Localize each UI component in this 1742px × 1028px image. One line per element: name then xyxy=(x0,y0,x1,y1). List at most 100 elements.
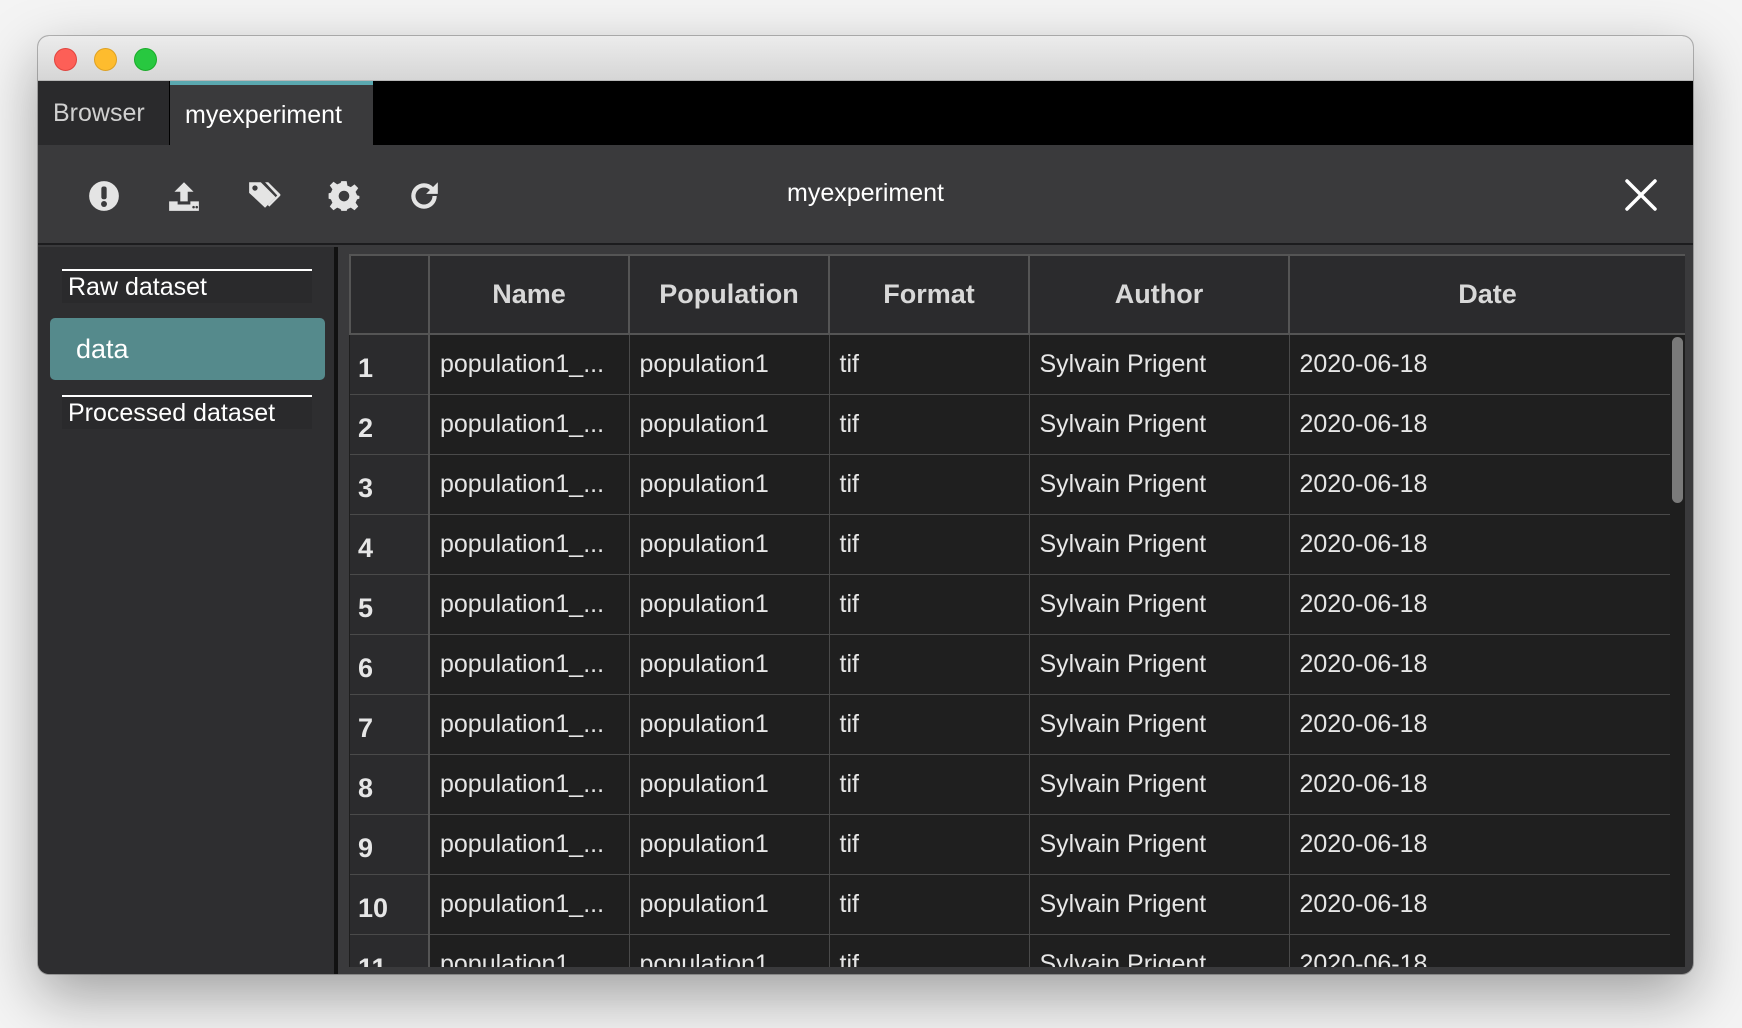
cell-date: 2020-06-18 xyxy=(1289,634,1685,695)
cell-name: population1_... xyxy=(429,454,630,515)
table-row[interactable]: 2 population1_... population1 tif Sylvain Pr… xyxy=(350,394,1685,455)
column-header-date[interactable]: Date xyxy=(1288,254,1685,335)
tab-browser[interactable]: Browser xyxy=(38,81,169,145)
cell-population: population1 xyxy=(629,574,830,635)
cell-author: Sylvain Prigent xyxy=(1029,754,1290,815)
cell-name: population1_... xyxy=(429,334,630,395)
row-number: 3 xyxy=(350,454,430,515)
cell-name: population1_... xyxy=(429,514,630,575)
cell-author: Sylvain Prigent xyxy=(1029,634,1290,695)
table-row[interactable]: 7 population1_... population1 tif Sylvain Pr… xyxy=(350,694,1685,755)
cell-author: Sylvain Prigent xyxy=(1029,334,1290,395)
cell-date: 2020-06-18 xyxy=(1289,394,1685,455)
cell-population: population1 xyxy=(629,754,830,815)
table-row[interactable]: 1 population1_... population1 tif Sylvain Pr… xyxy=(350,334,1685,395)
close-window-button[interactable] xyxy=(54,48,77,71)
cell-date: 2020-06-18 xyxy=(1289,874,1685,935)
data-table-container: Name Population Format Author Date 1 popu… xyxy=(349,254,1685,967)
row-number: 10 xyxy=(350,874,430,935)
table-header-row: Name Population Format Author Date xyxy=(349,254,1685,335)
table-scrollbar[interactable] xyxy=(1670,335,1685,967)
table-row[interactable]: 10 population1_... population1 tif Sylvain P… xyxy=(350,874,1685,935)
table-row[interactable]: 4 population1_... population1 tif Sylvain Pr… xyxy=(350,514,1685,575)
tab-myexperiment[interactable]: myexperiment xyxy=(170,81,373,145)
sidebar-item-data[interactable]: data xyxy=(50,318,325,380)
cell-population: population1 xyxy=(629,394,830,455)
row-number: 8 xyxy=(350,754,430,815)
table-row[interactable]: 6 population1_... population1 tif Sylvain Pr… xyxy=(350,634,1685,695)
table-row[interactable]: 3 population1_... population1 tif Sylvain Pr… xyxy=(350,454,1685,515)
tab-bar: Browser myexperiment xyxy=(38,81,1693,145)
row-number: 4 xyxy=(350,514,430,575)
content-area: Raw dataset data Processed dataset Name … xyxy=(38,247,1693,974)
scrollbar-thumb[interactable] xyxy=(1672,337,1683,503)
title-bar xyxy=(38,36,1693,81)
cell-name: population1_... xyxy=(429,874,630,935)
row-number: 6 xyxy=(350,634,430,695)
cell-author: Sylvain Prigent xyxy=(1029,454,1290,515)
cell-format: tif xyxy=(829,454,1030,515)
cell-format: tif xyxy=(829,574,1030,635)
cell-author: Sylvain Prigent xyxy=(1029,814,1290,875)
cell-name: population1_... xyxy=(429,634,630,695)
cell-author: Sylvain Prigent xyxy=(1029,574,1290,635)
cell-format: tif xyxy=(829,874,1030,935)
dataset-sidebar: Raw dataset data Processed dataset xyxy=(38,247,338,974)
cell-name: population1_... xyxy=(429,574,630,635)
column-header-author[interactable]: Author xyxy=(1028,254,1290,335)
table-row[interactable]: 11population1_...population1tifSylvain P… xyxy=(350,934,1685,967)
column-header-format[interactable]: Format xyxy=(828,254,1030,335)
close-experiment-button[interactable] xyxy=(1621,175,1661,215)
cell-author: Sylvain Prigent xyxy=(1029,514,1290,575)
cell-population: population1 xyxy=(629,514,830,575)
table-row[interactable]: 5 population1_... population1 tif Sylvain Pr… xyxy=(350,574,1685,635)
cell-format: tif xyxy=(829,514,1030,575)
row-number: 9 xyxy=(350,814,430,875)
column-header-population[interactable]: Population xyxy=(628,254,830,335)
cell-format: tif xyxy=(829,694,1030,755)
cell-population: population1 xyxy=(629,634,830,695)
cell-format: tif xyxy=(829,934,1030,967)
row-number: 7 xyxy=(350,694,430,755)
cell-population: population1 xyxy=(629,694,830,755)
cell-format: tif xyxy=(829,394,1030,455)
table-row[interactable]: 9 population1_... population1 tif Sylvain Pr… xyxy=(350,814,1685,875)
cell-date: 2020-06-18 xyxy=(1289,934,1685,967)
cell-format: tif xyxy=(829,814,1030,875)
cell-author: Sylvain Prigent xyxy=(1029,694,1290,755)
cell-population: population1 xyxy=(629,874,830,935)
raw-dataset-header: Raw dataset xyxy=(62,269,312,303)
app-window: Browser myexperiment myexperiment Raw da… xyxy=(38,36,1693,974)
close-icon xyxy=(1625,179,1657,211)
cell-population: population1 xyxy=(629,334,830,395)
cell-format: tif xyxy=(829,754,1030,815)
cell-date: 2020-06-18 xyxy=(1289,694,1685,755)
cell-author: Sylvain Prigent xyxy=(1029,394,1290,455)
toolbar: myexperiment xyxy=(38,145,1693,245)
cell-date: 2020-06-18 xyxy=(1289,514,1685,575)
row-number: 5 xyxy=(350,574,430,635)
cell-population: population1 xyxy=(629,454,830,515)
cell-date: 2020-06-18 xyxy=(1289,754,1685,815)
cell-name: population1_... xyxy=(429,814,630,875)
cell-name: population1_... xyxy=(429,934,630,967)
cell-population: population1 xyxy=(629,934,830,967)
cell-author: Sylvain Prigent xyxy=(1029,874,1290,935)
row-number: 2 xyxy=(350,394,430,455)
row-number: 11 xyxy=(350,934,430,967)
cell-name: population1_... xyxy=(429,754,630,815)
row-number: 1 xyxy=(350,334,430,395)
corner-header xyxy=(349,254,430,335)
minimize-window-button[interactable] xyxy=(94,48,117,71)
zoom-window-button[interactable] xyxy=(134,48,157,71)
cell-author: Sylvain Prigent xyxy=(1029,934,1290,967)
cell-format: tif xyxy=(829,334,1030,395)
cell-format: tif xyxy=(829,634,1030,695)
cell-date: 2020-06-18 xyxy=(1289,334,1685,395)
cell-name: population1_... xyxy=(429,694,630,755)
processed-dataset-header: Processed dataset xyxy=(62,395,312,429)
table-body: 1 population1_... population1 tif Sylvain Pr… xyxy=(350,334,1685,967)
table-row[interactable]: 8 population1_... population1 tif Sylvain Pr… xyxy=(350,754,1685,815)
column-header-name[interactable]: Name xyxy=(428,254,630,335)
cell-population: population1 xyxy=(629,814,830,875)
